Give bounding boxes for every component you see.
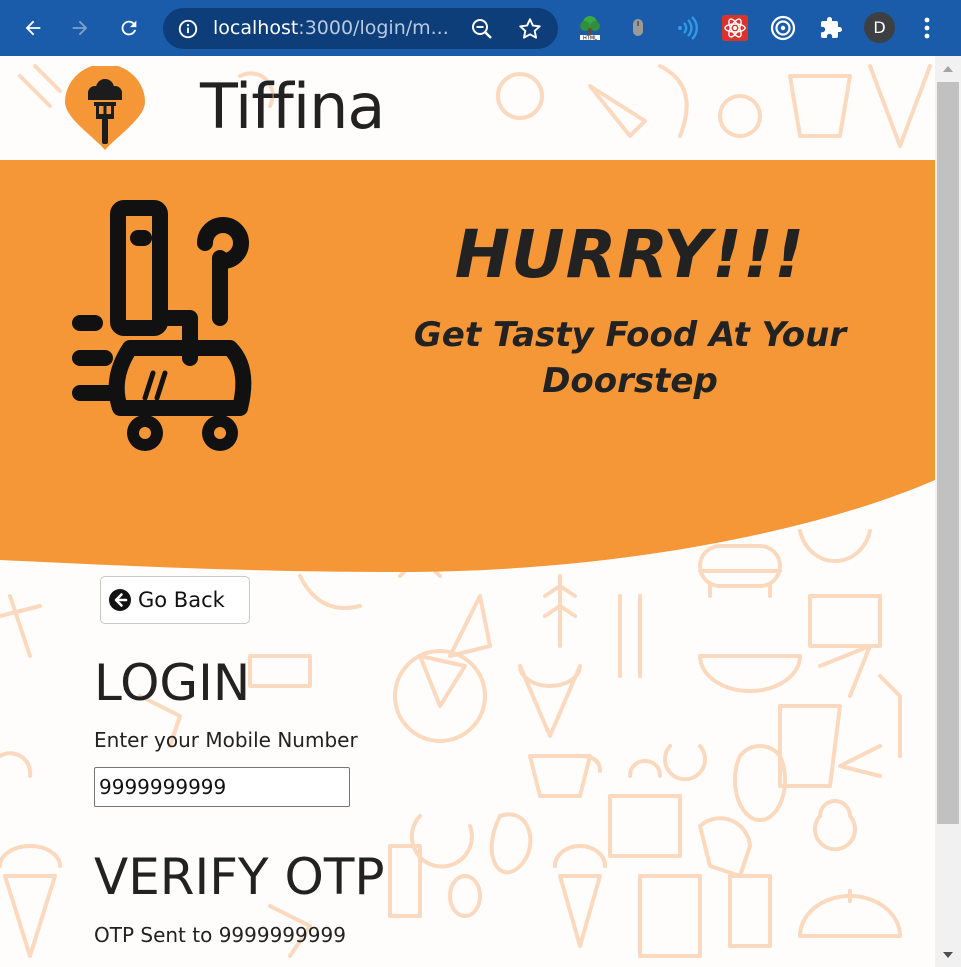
address-bar[interactable]: localhost:3000/login/m... <box>163 8 558 49</box>
arrow-circle-left-icon <box>109 589 131 611</box>
delivery-scooter-icon <box>72 200 252 451</box>
otp-sent-text: OTP Sent to 9999999999 <box>94 923 346 947</box>
scrollbar-thumb[interactable] <box>937 82 959 824</box>
verify-otp-heading: VERIFY OTP <box>94 848 385 906</box>
site-info-icon[interactable] <box>177 18 199 40</box>
banner-tagline: Get Tasty Food At Your Doorstep <box>413 315 847 401</box>
brand-title: Tiffina <box>200 70 385 143</box>
reload-icon[interactable] <box>111 10 147 46</box>
html-tree-extension-icon[interactable]: HTML <box>576 14 604 42</box>
url-path: :3000/login/m... <box>298 17 449 39</box>
scroll-down-arrow-icon[interactable] <box>935 946 961 964</box>
browser-toolbar: localhost:3000/login/m... HTML D <box>0 0 961 56</box>
scroll-up-arrow-icon[interactable] <box>935 60 961 78</box>
go-back-label: Go Back <box>138 588 225 612</box>
site-header: Tiffina <box>0 56 935 160</box>
profile-avatar[interactable]: D <box>864 12 895 43</box>
tiffina-logo[interactable] <box>63 66 147 150</box>
url-text[interactable]: localhost:3000/login/m... <box>213 8 453 49</box>
mobile-number-input[interactable] <box>94 767 350 807</box>
login-heading: LOGIN <box>94 654 251 712</box>
svg-text:HTML: HTML <box>583 36 597 42</box>
puzzle-extensions-icon[interactable] <box>817 14 845 42</box>
zoom-out-icon[interactable] <box>470 17 494 41</box>
url-host: localhost <box>213 17 299 39</box>
react-devtools-icon[interactable] <box>721 14 749 42</box>
page-viewport: Tiffina HURRY!!! Get Tasty Food At Your … <box>0 56 935 967</box>
page-scrollbar[interactable] <box>935 56 961 967</box>
back-arrow-icon[interactable] <box>15 10 51 46</box>
banner-headline: HURRY!!! <box>454 216 806 293</box>
wireless-extension-icon[interactable] <box>672 14 700 42</box>
go-back-button[interactable]: Go Back <box>100 576 250 624</box>
browser-menu-icon[interactable] <box>916 14 938 42</box>
target-extension-icon[interactable] <box>769 14 797 42</box>
forward-arrow-icon[interactable] <box>62 10 98 46</box>
mobile-number-label: Enter your Mobile Number <box>94 728 358 752</box>
bookmark-star-icon[interactable] <box>517 16 543 42</box>
mouse-extension-icon[interactable] <box>624 14 652 42</box>
